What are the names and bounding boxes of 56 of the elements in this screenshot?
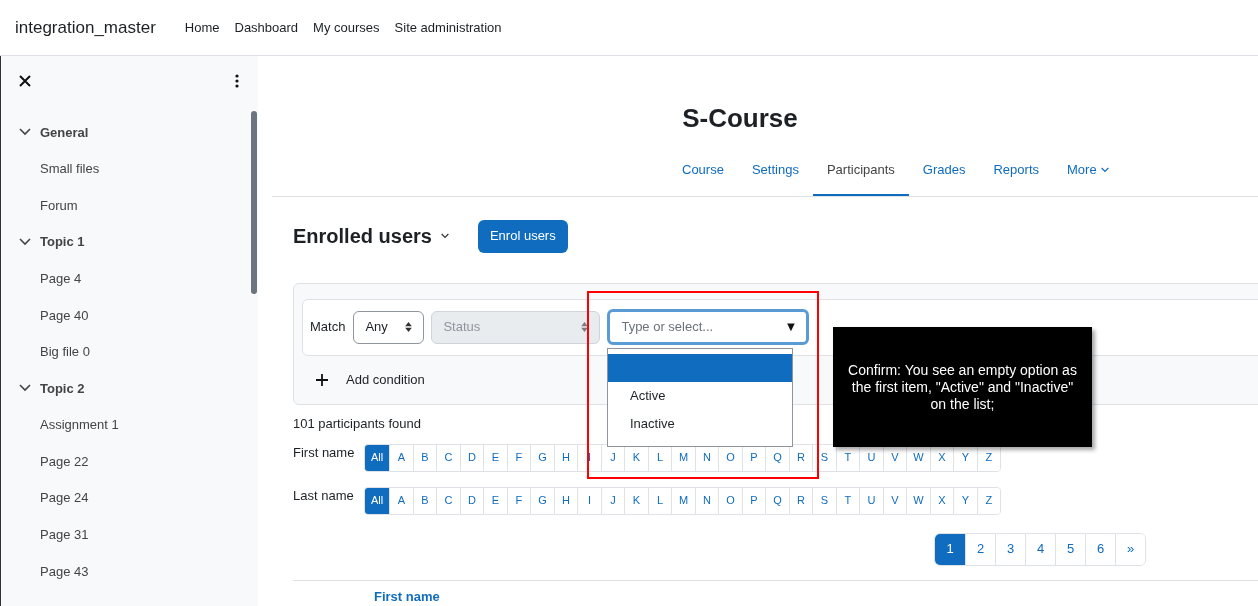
- sort-arrows-icon: [405, 322, 413, 332]
- dropdown-option[interactable]: Active: [608, 382, 792, 410]
- enrol-users-button[interactable]: Enrol users: [477, 219, 568, 253]
- close-icon[interactable]: [19, 74, 33, 88]
- course-title: S-Course: [682, 102, 798, 135]
- plus-icon[interactable]: [316, 373, 328, 386]
- sidebar-item[interactable]: Assignment 1: [40, 415, 119, 435]
- sidebar-item[interactable]: Forum: [40, 195, 78, 216]
- page-link[interactable]: »: [1115, 533, 1145, 565]
- add-condition-link[interactable]: Add condition: [346, 369, 425, 390]
- sort-arrows-icon: [581, 322, 589, 332]
- sidebar-item[interactable]: Page 22: [40, 451, 89, 472]
- sidebar-item[interactable]: Page 31: [40, 525, 89, 545]
- section-title[interactable]: Topic 2: [40, 378, 85, 399]
- scrollbar-thumb[interactable]: [251, 111, 257, 294]
- match-select[interactable]: Any: [353, 310, 425, 344]
- dropdown-arrow[interactable]: ▼: [784, 317, 798, 337]
- nav-link[interactable]: Home: [184, 17, 220, 38]
- chevron-icon[interactable]: [1100, 167, 1109, 174]
- chevron-icon[interactable]: [19, 384, 31, 393]
- initials-label: Last name: [293, 486, 355, 504]
- chevron-icon[interactable]: [19, 128, 31, 137]
- initial-letter[interactable]: Z: [976, 487, 1001, 514]
- nav-link[interactable]: Site administration: [394, 17, 502, 38]
- tab[interactable]: Participants: [812, 146, 909, 196]
- match-label: Match: [310, 318, 346, 337]
- sidebar-item[interactable]: Page 43: [40, 561, 89, 582]
- page-heading: Enrolled users: [293, 224, 432, 249]
- tab[interactable]: Grades: [908, 146, 980, 196]
- sidebar-item[interactable]: Small files: [40, 159, 100, 179]
- more-menu-icon[interactable]: [235, 74, 239, 88]
- column-header[interactable]: First name: [374, 586, 440, 606]
- value-select-field[interactable]: Type or select... ▼: [607, 309, 810, 345]
- sidebar-item[interactable]: Page 24: [40, 488, 89, 508]
- filter-type-select: Status: [431, 310, 601, 344]
- annotation-tooltip: Confirm: You see an empty option as the first item, "Active" and "Inactive" on the list;: [833, 327, 1092, 447]
- section-title[interactable]: Topic 1: [40, 232, 85, 252]
- participants-count: 101 participants found: [293, 414, 421, 432]
- sidebar-item[interactable]: Page 4: [40, 268, 82, 289]
- initial-letter[interactable]: All: [365, 487, 390, 514]
- tab[interactable]: Settings: [737, 146, 813, 196]
- dropdown-option[interactable]: Inactive: [608, 410, 792, 438]
- nav-link[interactable]: Dashboard: [234, 17, 299, 38]
- page-link[interactable]: 1: [935, 533, 965, 565]
- tab[interactable]: Reports: [979, 146, 1053, 196]
- tab[interactable]: More: [1053, 146, 1123, 196]
- sidebar-item[interactable]: Big file 0: [40, 342, 90, 362]
- nav-link[interactable]: My courses: [313, 17, 380, 38]
- tab[interactable]: Course: [668, 146, 738, 196]
- sidebar-item[interactable]: Page 40: [40, 305, 89, 325]
- initials-label: First name: [293, 443, 356, 461]
- section-title[interactable]: General: [40, 122, 89, 143]
- initial-letter[interactable]: All: [365, 444, 390, 471]
- chevron-icon[interactable]: [19, 238, 31, 247]
- site-name[interactable]: integration_master: [15, 14, 156, 41]
- chevron-icon[interactable]: [440, 233, 449, 239]
